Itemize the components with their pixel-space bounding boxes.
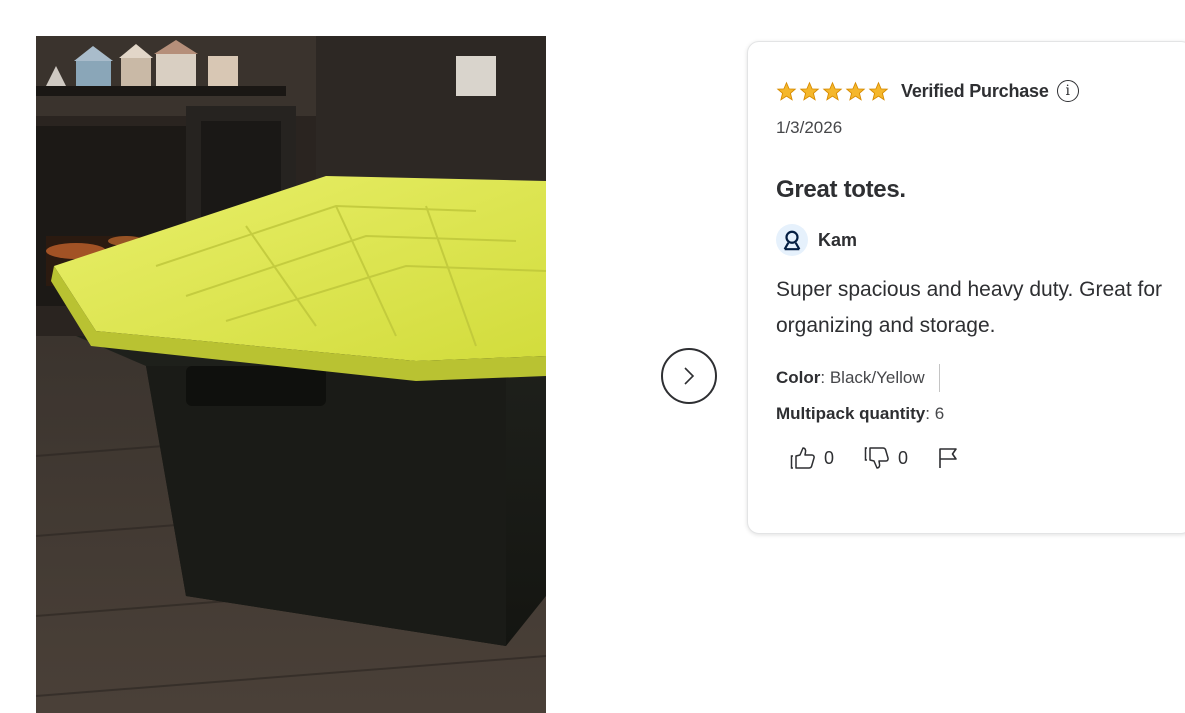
chevron-right-icon xyxy=(684,367,695,385)
author-name: Kam xyxy=(818,229,858,250)
report-button[interactable] xyxy=(936,446,960,470)
helpful-count: 0 xyxy=(824,447,835,468)
review-date: 1/3/2026 xyxy=(776,118,843,137)
review-actions: 0 0 xyxy=(776,446,1164,470)
review-title: Great totes. xyxy=(776,176,906,203)
next-button[interactable] xyxy=(661,348,717,404)
star-icon xyxy=(868,81,889,102)
avatar xyxy=(776,224,808,256)
review-card: Verified Purchase i 1/3/2026 Great totes… xyxy=(747,41,1185,534)
attribute-multipack: Multipack quantity: 6 xyxy=(776,404,1164,424)
unhelpful-count: 0 xyxy=(898,447,909,468)
author-row: Kam xyxy=(776,224,1164,256)
attribute-color: Color: Black/Yellow xyxy=(776,364,1164,392)
review-body: Super spacious and heavy duty. Great for… xyxy=(776,278,1162,337)
attribute-value: Black/Yellow xyxy=(829,368,925,387)
star-icon xyxy=(822,81,843,102)
thumbs-down-icon xyxy=(864,447,889,469)
rating-row: Verified Purchase i xyxy=(776,78,1164,104)
verified-purchase-badge: Verified Purchase xyxy=(901,80,1049,101)
divider xyxy=(938,364,940,392)
attribute-label: Multipack quantity xyxy=(776,404,926,423)
attribute-label: Color xyxy=(776,368,821,387)
product-photo-image xyxy=(36,36,546,713)
thumbs-up-icon xyxy=(790,447,815,469)
star-icon xyxy=(776,81,797,102)
unhelpful-button[interactable]: 0 xyxy=(864,446,908,470)
flag-icon xyxy=(939,448,957,468)
review-photo[interactable] xyxy=(36,36,546,713)
star-icon xyxy=(845,81,866,102)
attribute-separator: : xyxy=(820,368,830,387)
helpful-button[interactable]: 0 xyxy=(790,446,834,470)
attribute-separator: : xyxy=(925,404,935,423)
attribute-value: 6 xyxy=(934,404,945,423)
info-icon[interactable]: i xyxy=(1056,80,1079,102)
user-icon xyxy=(783,230,801,251)
star-icon xyxy=(799,81,820,102)
star-rating xyxy=(776,81,889,102)
